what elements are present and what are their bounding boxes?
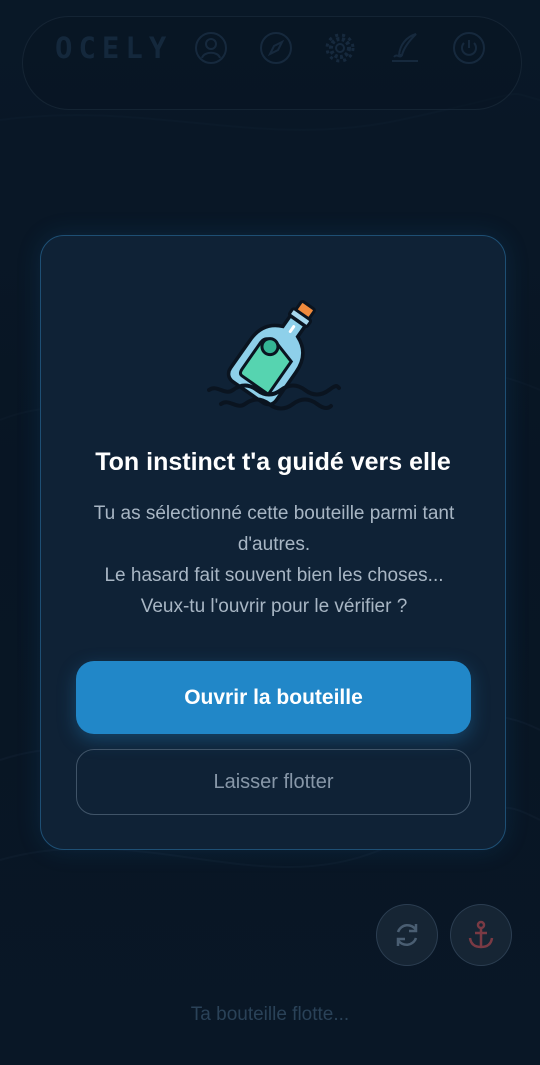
open-bottle-button[interactable]: Ouvrir la bouteille [76,661,471,734]
bottle-status-text: Ta bouteille flotte... [190,1004,350,1025]
anchor-icon [468,920,494,949]
bottle-dialog: Ton instinct t'a guidé vers elle Tu as s… [40,235,506,850]
refresh-button[interactable] [376,904,438,966]
dialog-message-line: Veux-tu l'ouvrir pour le vérifier ? [140,596,408,617]
refresh-icon [396,923,418,947]
message-in-bottle-icon [207,300,341,411]
anchor-button[interactable] [450,904,512,966]
let-float-button[interactable]: Laisser flotter [76,749,471,815]
dialog-title: Ton instinct t'a guidé vers elle [95,448,451,476]
dialog-message-line: Tu as sélectionné cette bouteille parmi … [93,503,455,524]
dialog-message-line: Le hasard fait souvent bien les choses..… [104,565,444,586]
dialog-message: Tu as sélectionné cette bouteille parmi … [71,498,477,622]
dialog-message-line: d'autres. [237,534,311,555]
